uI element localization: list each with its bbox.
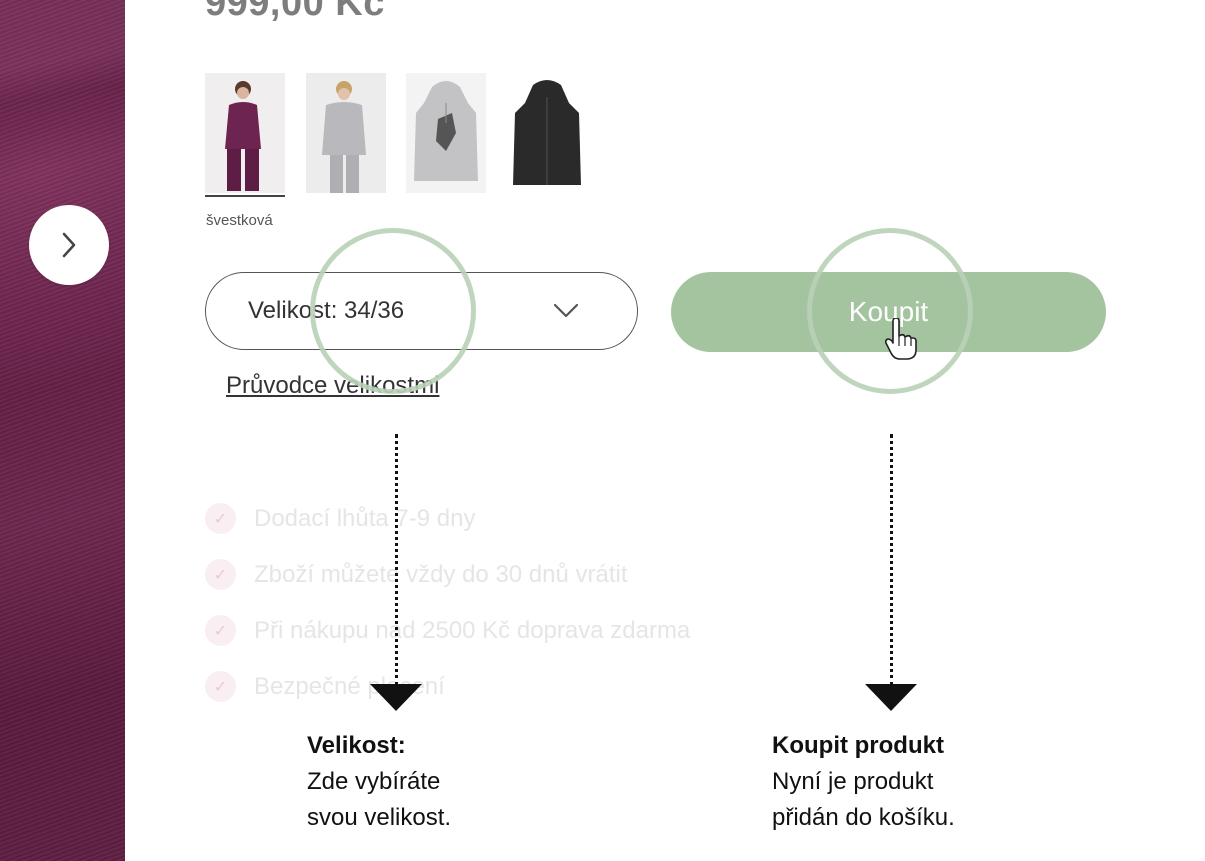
next-image-button[interactable] bbox=[29, 205, 109, 285]
size-guide-link[interactable]: Průvodce velikostmi bbox=[226, 372, 439, 400]
size-arrow-head bbox=[370, 684, 422, 711]
hoodie-print-image bbox=[406, 73, 486, 193]
check-icon: ✓ bbox=[205, 503, 236, 534]
feature-item: ✓ Zboží můžete vždy do 30 dnů vrátit bbox=[205, 559, 690, 615]
size-annotation: Velikost: Zde vybíráte svou velikost. bbox=[307, 732, 452, 831]
color-thumb-grey-print[interactable] bbox=[406, 73, 486, 195]
buy-arrow-line bbox=[890, 434, 893, 686]
color-thumb-grey[interactable] bbox=[306, 73, 386, 195]
product-image-fabric bbox=[0, 0, 125, 861]
product-price: 999,00 Kč bbox=[205, 0, 385, 24]
selected-color-label: švestková bbox=[206, 212, 273, 229]
chevron-right-icon bbox=[62, 232, 76, 258]
buy-arrow-head bbox=[865, 684, 917, 711]
hoodie-black-image bbox=[507, 73, 587, 193]
check-icon: ✓ bbox=[205, 615, 236, 646]
feature-item: ✓ Bezpečné placení bbox=[205, 671, 690, 727]
size-select[interactable]: Velikost: 34/36 bbox=[205, 272, 638, 350]
buy-annotation: Koupit produkt Nyní je produkt přidán do… bbox=[772, 732, 955, 831]
check-icon: ✓ bbox=[205, 671, 236, 702]
feature-item: ✓ Při nákupu nad 2500 Kč doprava zdarma bbox=[205, 615, 690, 671]
hand-cursor-icon bbox=[884, 318, 917, 360]
size-arrow-line bbox=[395, 434, 398, 686]
color-thumb-plum[interactable] bbox=[205, 73, 285, 197]
model-plum-image bbox=[205, 73, 285, 193]
feature-item: ✓ Dodací lhůta 7-9 dny bbox=[205, 503, 690, 559]
color-thumb-black[interactable] bbox=[507, 73, 587, 195]
chevron-down-icon bbox=[553, 303, 579, 318]
feature-list: ✓ Dodací lhůta 7-9 dny ✓ Zboží můžete vž… bbox=[205, 503, 690, 727]
model-grey-image bbox=[306, 73, 386, 193]
size-select-value: Velikost: 34/36 bbox=[248, 297, 405, 324]
check-icon: ✓ bbox=[205, 559, 236, 590]
